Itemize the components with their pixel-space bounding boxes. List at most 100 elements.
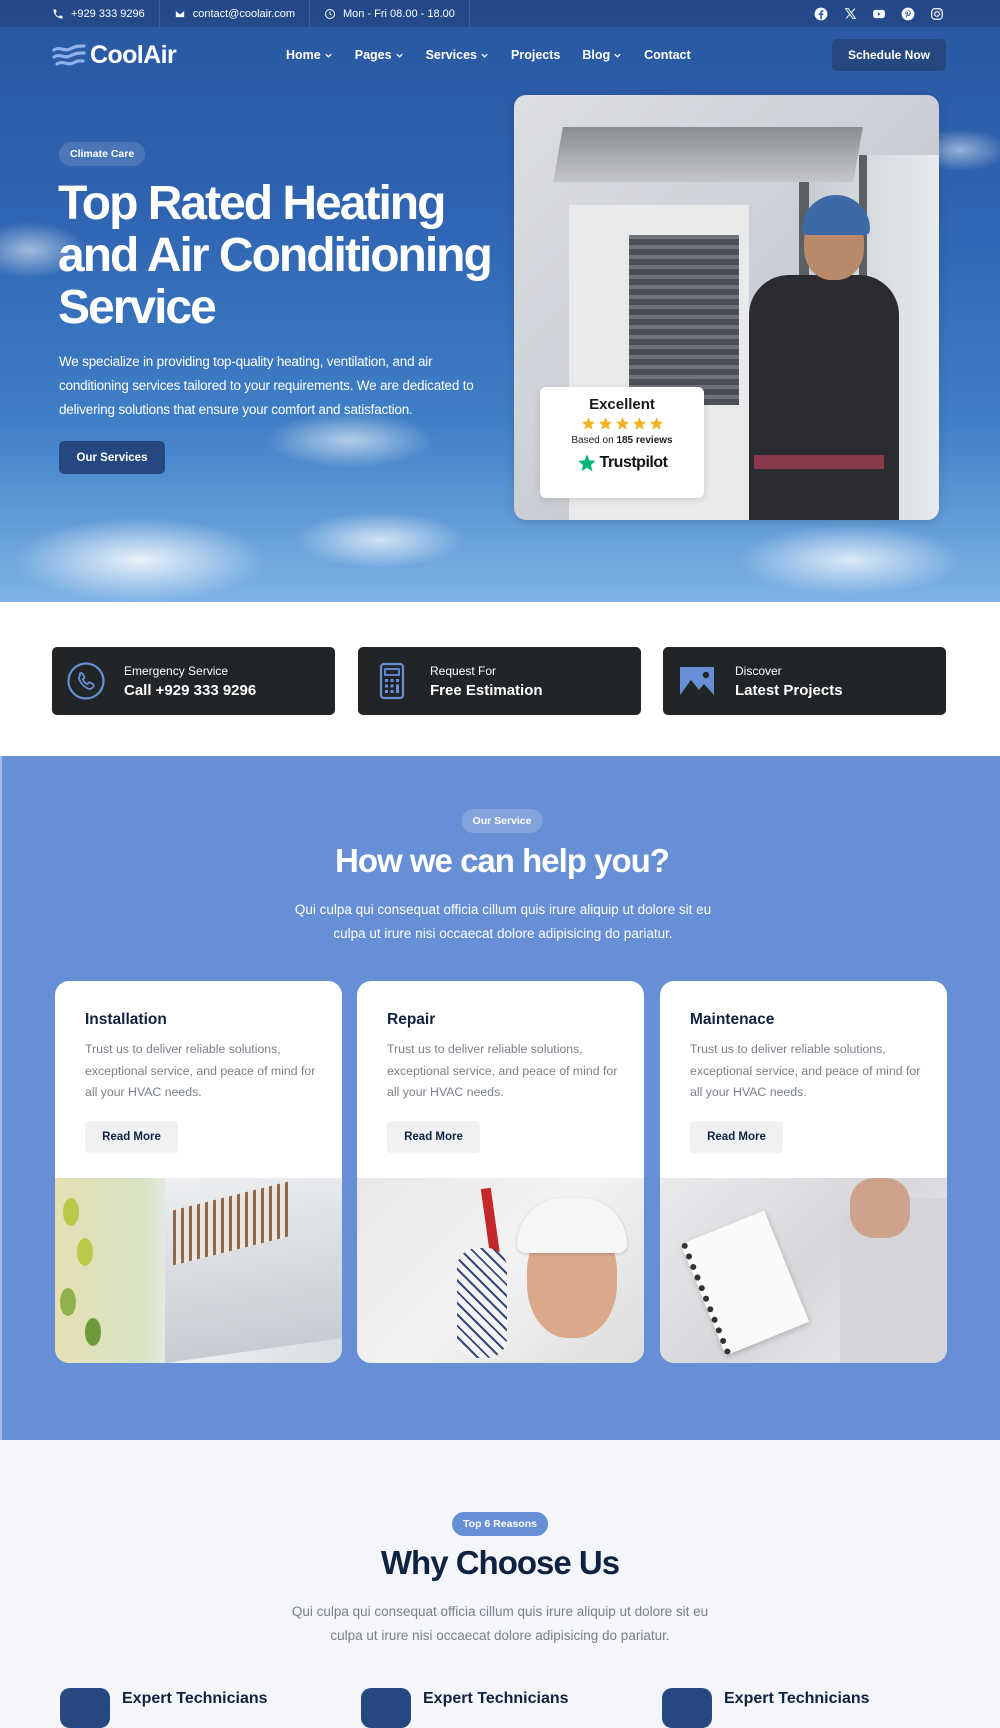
photo-ac-coil	[629, 235, 739, 405]
feature-strip: Emergency Service Call +929 333 9296 Req…	[0, 602, 1000, 756]
pinterest-icon[interactable]	[901, 7, 915, 21]
logo[interactable]: CoolAir	[52, 41, 177, 70]
photo-helmet	[517, 1198, 627, 1253]
why-title: Why Choose Us	[380, 1544, 620, 1581]
nav-item-label: Services	[425, 48, 478, 62]
instagram-icon[interactable]	[930, 7, 944, 21]
our-services-button[interactable]: Our Services	[59, 441, 165, 474]
trustpilot-review-card: Excellent Based on 185 reviews Trustpilo…	[540, 387, 704, 498]
reason-icon	[361, 1688, 411, 1728]
nav-item-label: Home	[286, 48, 321, 62]
service-card-repair: Repair Trust us to deliver reliable solu…	[357, 981, 644, 1363]
chevron-down-icon	[325, 53, 332, 58]
photo-ac-panel	[553, 127, 863, 182]
star-icon	[581, 417, 595, 430]
review-rating-label: Excellent	[589, 396, 655, 413]
feature-box-emergency[interactable]: Emergency Service Call +929 333 9296	[52, 647, 335, 715]
nav-item-home[interactable]: Home	[286, 48, 333, 62]
nav-item-label: Pages	[354, 48, 392, 62]
star-icon	[615, 417, 629, 430]
feature-small-text: Request For	[430, 663, 497, 678]
services-tag: Our Service	[461, 809, 543, 833]
card-title: Maintenace	[690, 1011, 775, 1028]
feature-big-text: Call +929 333 9296	[124, 681, 257, 699]
social-links	[814, 7, 944, 21]
feature-box-projects[interactable]: Discover Latest Projects	[663, 647, 946, 715]
hero-tag: Climate Care	[59, 142, 146, 166]
photo-leaf	[63, 1198, 79, 1226]
card-description: Trust us to deliver reliable solutions, …	[85, 1042, 316, 1099]
nav-menu: Home Pages Services Projects Blog Contac…	[286, 48, 691, 62]
logo-text: CoolAir	[90, 41, 177, 69]
review-count-prefix: Based on	[571, 435, 614, 446]
image-icon	[680, 667, 714, 695]
youtube-icon[interactable]	[872, 7, 886, 21]
nav-item-label: Blog	[582, 48, 611, 62]
hero-description: We specialize in providing top-quality h…	[59, 354, 474, 417]
chevron-down-icon	[614, 53, 621, 58]
maintenance-photo	[660, 1178, 947, 1363]
why-choose-section: Top 6 Reasons Why Choose Us Qui culpa qu…	[0, 1440, 1000, 1728]
nav-item-projects[interactable]: Projects	[511, 48, 560, 62]
services-title: How we can help you?	[335, 842, 670, 879]
chevron-down-icon	[481, 53, 488, 58]
feature-text: Request For Free Estimation	[430, 664, 543, 699]
nav-item-label: Projects	[511, 48, 561, 62]
card-description: Trust us to deliver reliable solutions, …	[690, 1042, 921, 1099]
repair-photo	[357, 1178, 644, 1363]
photo-glove	[457, 1248, 507, 1358]
feature-big-text: Free Estimation	[430, 681, 543, 699]
phone-icon	[52, 8, 64, 20]
reason-item: Expert Technicians	[60, 1688, 268, 1728]
hero-title: Top Rated Heating and Air Conditioning S…	[58, 177, 493, 334]
mail-icon	[174, 8, 186, 20]
feature-text: Emergency Service Call +929 333 9296	[124, 664, 256, 699]
star-icon	[598, 417, 612, 430]
calculator-icon	[379, 662, 405, 700]
read-more-button[interactable]: Read More	[85, 1121, 178, 1153]
nav-item-blog[interactable]: Blog	[582, 48, 622, 62]
photo-notepad	[680, 1210, 810, 1356]
photo-leaf	[60, 1288, 76, 1316]
trustpilot-star-icon	[577, 454, 596, 472]
nav-item-services[interactable]: Services	[426, 48, 489, 62]
nav-item-contact[interactable]: Contact	[644, 48, 691, 62]
feature-box-estimation[interactable]: Request For Free Estimation	[358, 647, 641, 715]
review-count: Based on 185 reviews	[540, 435, 704, 446]
read-more-button[interactable]: Read More	[387, 1121, 480, 1153]
nav-item-pages[interactable]: Pages	[355, 48, 404, 62]
main-nav: CoolAir Home Pages Services Projects Blo…	[0, 27, 1000, 85]
services-section: Our Service How we can help you? Qui cul…	[0, 756, 1000, 1440]
feature-big-text: Latest Projects	[735, 681, 843, 699]
topbar-hours: Mon - Fri 08.00 - 18.00	[310, 0, 470, 27]
topbar-phone-text: +929 333 9296	[71, 7, 145, 20]
read-more-button[interactable]: Read More	[690, 1121, 783, 1153]
hero-section: +929 333 9296 contact@coolair.com Mon - …	[0, 0, 1000, 602]
wave-logo-icon	[52, 43, 86, 66]
schedule-now-button[interactable]: Schedule Now	[832, 39, 946, 71]
topbar-phone[interactable]: +929 333 9296	[0, 0, 160, 27]
reason-icon	[662, 1688, 712, 1728]
feature-text: Discover Latest Projects	[735, 664, 843, 699]
trustpilot-label: Trustpilot	[599, 454, 668, 471]
reason-item: Expert Technicians	[662, 1688, 870, 1728]
x-icon[interactable]	[843, 7, 857, 21]
nav-item-label: Contact	[644, 48, 691, 62]
card-description: Trust us to deliver reliable solutions, …	[387, 1042, 618, 1099]
trustpilot-logo[interactable]: Trustpilot	[540, 453, 704, 473]
reason-title: Expert Technicians	[724, 1690, 870, 1707]
installation-photo	[55, 1178, 342, 1363]
card-title: Repair	[387, 1011, 436, 1028]
topbar-email-text: contact@coolair.com	[192, 7, 295, 20]
why-tag: Top 6 Reasons	[452, 1512, 548, 1536]
service-card-maintenance: Maintenace Trust us to deliver reliable …	[660, 981, 947, 1363]
facebook-icon[interactable]	[814, 7, 828, 21]
topbar-email[interactable]: contact@coolair.com	[160, 0, 310, 27]
photo-technician-neck	[850, 1178, 910, 1238]
feature-small-text: Discover	[735, 663, 782, 678]
photo-leaf	[85, 1318, 101, 1346]
topbar-hours-text: Mon - Fri 08.00 - 18.00	[342, 7, 455, 20]
review-count-value: 185 reviews	[616, 435, 673, 446]
reason-title: Expert Technicians	[423, 1690, 569, 1707]
star-rating	[540, 416, 704, 431]
